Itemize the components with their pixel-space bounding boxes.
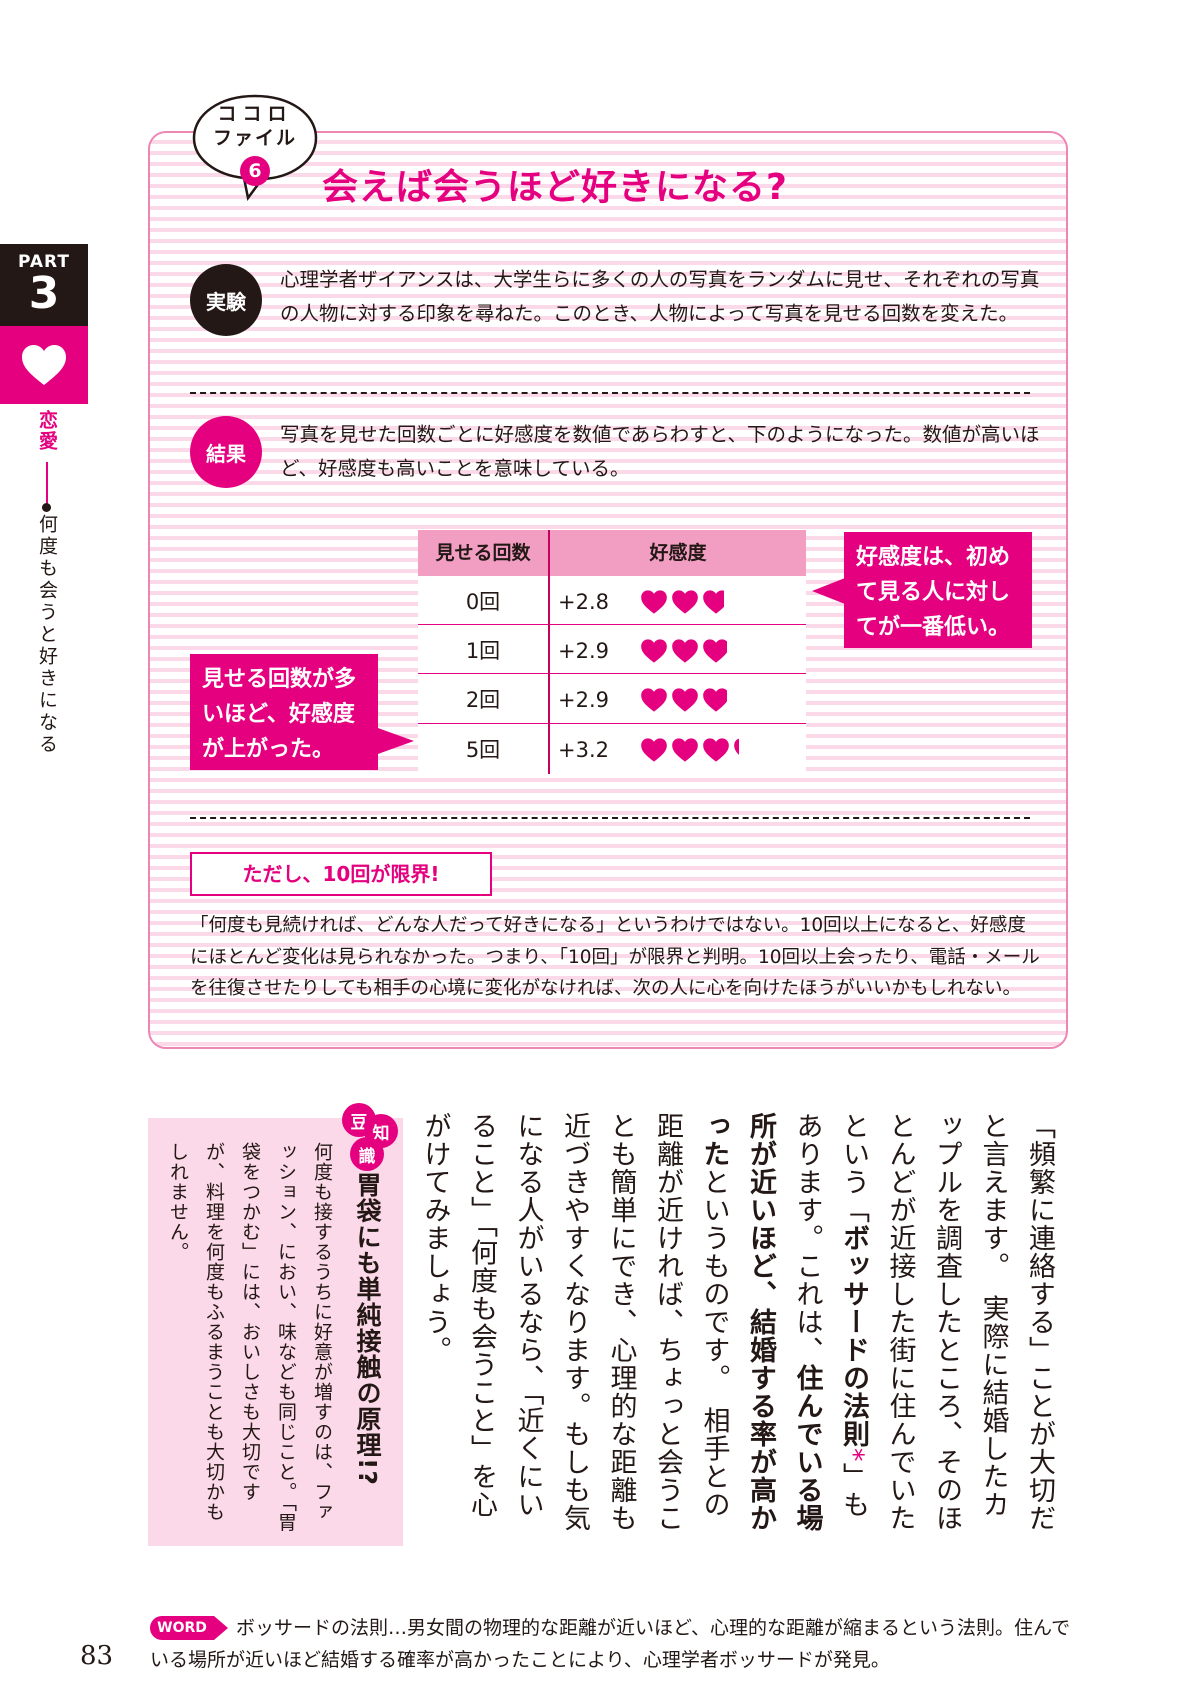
trivia-badge-char: 識 [350, 1137, 384, 1171]
experiment-text: 心理学者ザイアンスは、大学生らに多くの人の写真をランダムに見せ、それぞれの写真の… [280, 268, 1040, 325]
table-cell-score: +2.8 [558, 590, 609, 614]
bubble-label: ココロ ファイル [190, 102, 320, 150]
word-arrow-icon [214, 1616, 228, 1640]
table-cell-count: 5回 [465, 738, 501, 762]
bubble-line-2: ファイル [212, 127, 297, 149]
callout-lowest: 好感度は、初めて見る人に対してが一番低い。 [844, 532, 1032, 648]
body-text-part: 「頻繁に連絡する」ことが大切だと言えます。 実際に結婚したカップルを調査したとこ… [838, 1112, 1055, 1532]
law-term: ボッサードの法則 [838, 1224, 869, 1448]
table-cell-score: +2.9 [558, 688, 609, 712]
side-divider-dot [42, 503, 51, 512]
heart-icon [641, 639, 667, 663]
word-definition: ボッサードの法則…男女間の物理的な距離が近いほど、心理的な距離が縮まるという法則… [150, 1617, 1071, 1671]
table-header-score: 好感度 [649, 542, 707, 564]
callout-pointer [378, 728, 414, 754]
file-number-badge: 6 [240, 156, 270, 186]
section-label: 何度も会うと好きになる [36, 514, 58, 756]
page-number: 83 [80, 1641, 114, 1671]
heart-icon [641, 688, 667, 712]
trivia-text: 何度も接するうちに好意が増すのは、ファッション、におい、味なども同じこと。「胃袋… [167, 1142, 333, 1533]
heart-rating [640, 676, 728, 724]
table-cell-count: 1回 [465, 639, 501, 663]
heart-icon [703, 639, 728, 663]
table-cell-score: +2.9 [558, 639, 609, 663]
experiment-badge: 実験 [190, 264, 262, 336]
result-badge: 結果 [190, 416, 262, 488]
heart-icon [672, 639, 698, 663]
dashed-divider [190, 817, 1030, 819]
heart-icon [734, 738, 739, 755]
heart-icon [672, 688, 698, 712]
heart-icon [703, 738, 729, 762]
dashed-divider [190, 392, 1030, 394]
main-body-text: 「頻繁に連絡する」ことが大切だと言えます。 実際に結婚したカップルを調査したとこ… [420, 1112, 1062, 1537]
table-column-divider [548, 530, 550, 774]
callout-pointer [812, 578, 845, 604]
limit-heading: ただし、10回が限界! [190, 852, 492, 896]
heart-rating [640, 578, 725, 626]
heart-tab [0, 326, 88, 404]
result-text: 写真を見せた回数ごとに好感度を数値であらわすと、下のようになった。数値が高いほど… [280, 423, 1040, 480]
body-text-part: というものです。 相手との距離が近ければ、ちょっと会うことも簡単にでき、心理的な… [419, 1112, 730, 1532]
heart-icon [672, 590, 698, 614]
bubble-line-1: ココロ [217, 103, 293, 125]
table-cell-score: +3.2 [558, 738, 609, 762]
heart-rating [640, 627, 728, 675]
heart-icon [703, 688, 728, 712]
part-tab: PART 3 [0, 244, 88, 326]
part-number: 3 [28, 268, 60, 319]
table-cell-count: 0回 [465, 590, 501, 614]
page-title: 会えば会うほど好きになる? [322, 167, 788, 208]
heart-rating [640, 726, 739, 774]
heart-icon [641, 590, 667, 614]
table-cell-count: 2回 [465, 688, 501, 712]
heart-icon [22, 345, 66, 385]
limit-text: 「何度も見続ければ、どんな人だって好きになる」というわけではない。10回以上にな… [190, 915, 1040, 999]
word-badge: WORD [150, 1616, 214, 1640]
heart-icon [672, 738, 698, 762]
table-header-count: 見せる回数 [435, 542, 531, 564]
heart-icon [703, 590, 725, 614]
category-label: 恋愛 [36, 410, 58, 452]
callout-increase: 見せる回数が多いほど、好感度が上がった。 [190, 654, 378, 770]
word-marker: * [838, 1448, 869, 1463]
trivia-title: 胃袋にも単純接触の原理!? [353, 1172, 382, 1486]
heart-icon [641, 738, 667, 762]
side-divider-line [46, 462, 48, 506]
